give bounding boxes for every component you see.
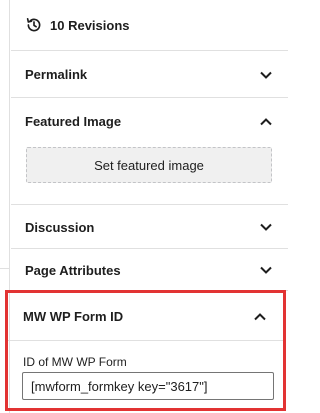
panel-discussion-toggle[interactable]: Discussion xyxy=(11,205,288,249)
panel-mw-wp-form-id-toggle[interactable]: MW WP Form ID xyxy=(8,293,283,341)
revisions-label: 10 Revisions xyxy=(50,17,130,33)
chevron-down-icon xyxy=(258,219,274,235)
panel-permalink-toggle[interactable]: Permalink xyxy=(11,51,288,98)
chevron-up-icon xyxy=(252,309,268,325)
settings-sidebar: 10 Revisions Permalink Featured Image Se… xyxy=(5,0,288,413)
panel-featured-image-title: Featured Image xyxy=(25,114,122,129)
panel-discussion: Discussion xyxy=(11,205,288,249)
panel-page-attributes-toggle[interactable]: Page Attributes xyxy=(11,249,288,291)
panel-permalink-title: Permalink xyxy=(25,67,88,82)
panel-page-attributes: Page Attributes xyxy=(11,249,288,291)
mw-form-id-input[interactable]: [mwform_formkey key="3617"] xyxy=(22,372,274,400)
history-icon xyxy=(25,16,43,34)
panel-featured-image: Featured Image Set featured image xyxy=(11,98,288,205)
panel-mw-wp-form-id-title: MW WP Form ID xyxy=(23,309,124,324)
set-featured-image-button[interactable]: Set featured image xyxy=(26,147,272,183)
panel-permalink: Permalink xyxy=(11,51,288,98)
revisions-link[interactable]: 10 Revisions xyxy=(11,0,288,51)
chevron-down-icon xyxy=(258,262,274,278)
panel-page-attributes-title: Page Attributes xyxy=(25,262,121,278)
chevron-down-icon xyxy=(258,67,274,83)
chevron-up-icon xyxy=(258,114,274,130)
mw-form-id-label: ID of MW WP Form xyxy=(23,355,127,369)
panel-featured-image-toggle[interactable]: Featured Image xyxy=(11,98,288,145)
panel-discussion-title: Discussion xyxy=(25,219,95,235)
panel-mw-wp-form-id: MW WP Form ID ID of MW WP Form [mwform_f… xyxy=(5,290,286,411)
